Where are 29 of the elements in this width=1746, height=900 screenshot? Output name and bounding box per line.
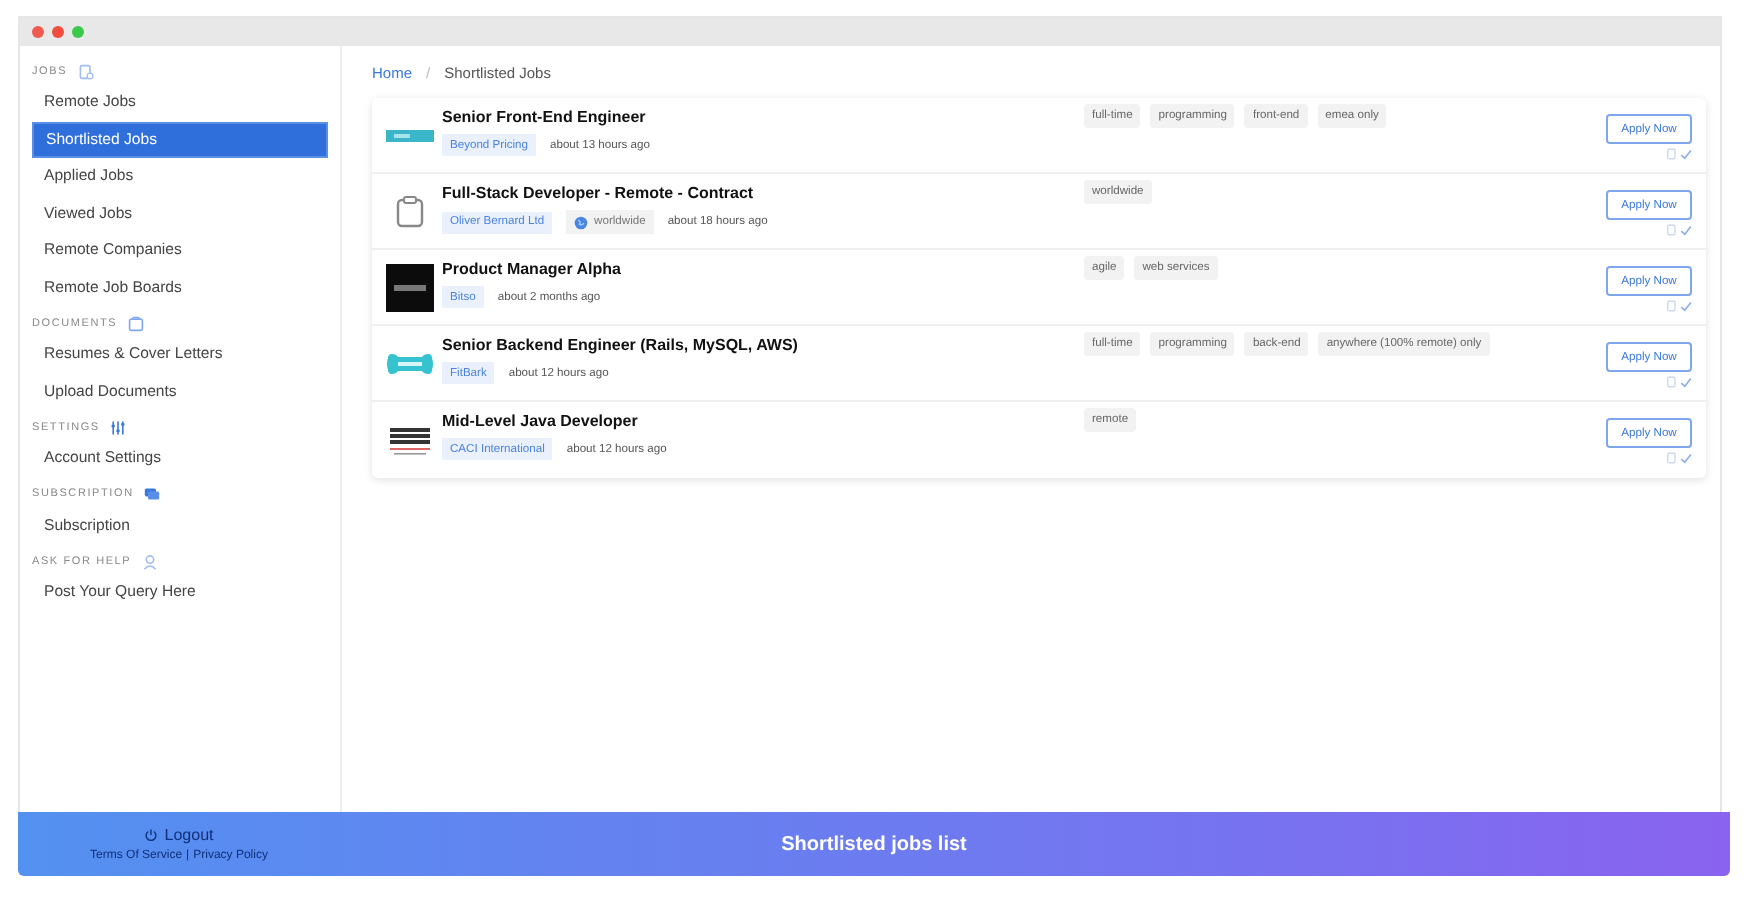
- document-icon[interactable]: [1666, 376, 1678, 388]
- check-icon[interactable]: [1680, 376, 1692, 388]
- job-title[interactable]: Senior Backend Engineer (Rails, MySQL, AWS): [442, 336, 1078, 354]
- check-icon[interactable]: [1680, 452, 1692, 464]
- job-title[interactable]: Full-Stack Developer - Remote - Contract: [442, 184, 1078, 202]
- document-icon[interactable]: [1666, 224, 1678, 236]
- folder-icon: [127, 315, 144, 331]
- person-icon: [141, 553, 158, 569]
- document-icon[interactable]: [1666, 300, 1678, 312]
- job-title[interactable]: Product Manager Alpha: [442, 260, 1078, 278]
- minimize-dot[interactable]: [52, 26, 64, 38]
- check-icon[interactable]: [1680, 148, 1692, 160]
- close-dot[interactable]: [32, 26, 44, 38]
- job-title[interactable]: Mid-Level Java Developer: [442, 412, 1078, 430]
- check-icon[interactable]: [1680, 300, 1692, 312]
- caption-text: Shortlisted jobs list: [779, 831, 969, 859]
- document-icon[interactable]: [1666, 148, 1678, 160]
- power-icon: [144, 828, 159, 842]
- job-title[interactable]: Senior Front-End Engineer: [442, 108, 1078, 126]
- company-logo: [386, 130, 434, 142]
- globe-icon: [574, 215, 589, 229]
- document-icon: [77, 63, 94, 79]
- cards-icon: [143, 486, 160, 502]
- company-logo: [386, 264, 434, 312]
- maximize-dot[interactable]: [72, 26, 84, 38]
- document-icon[interactable]: [1666, 452, 1678, 464]
- check-icon[interactable]: [1680, 224, 1692, 236]
- sliders-icon: [109, 419, 126, 435]
- logout-link[interactable]: Logout: [144, 826, 214, 844]
